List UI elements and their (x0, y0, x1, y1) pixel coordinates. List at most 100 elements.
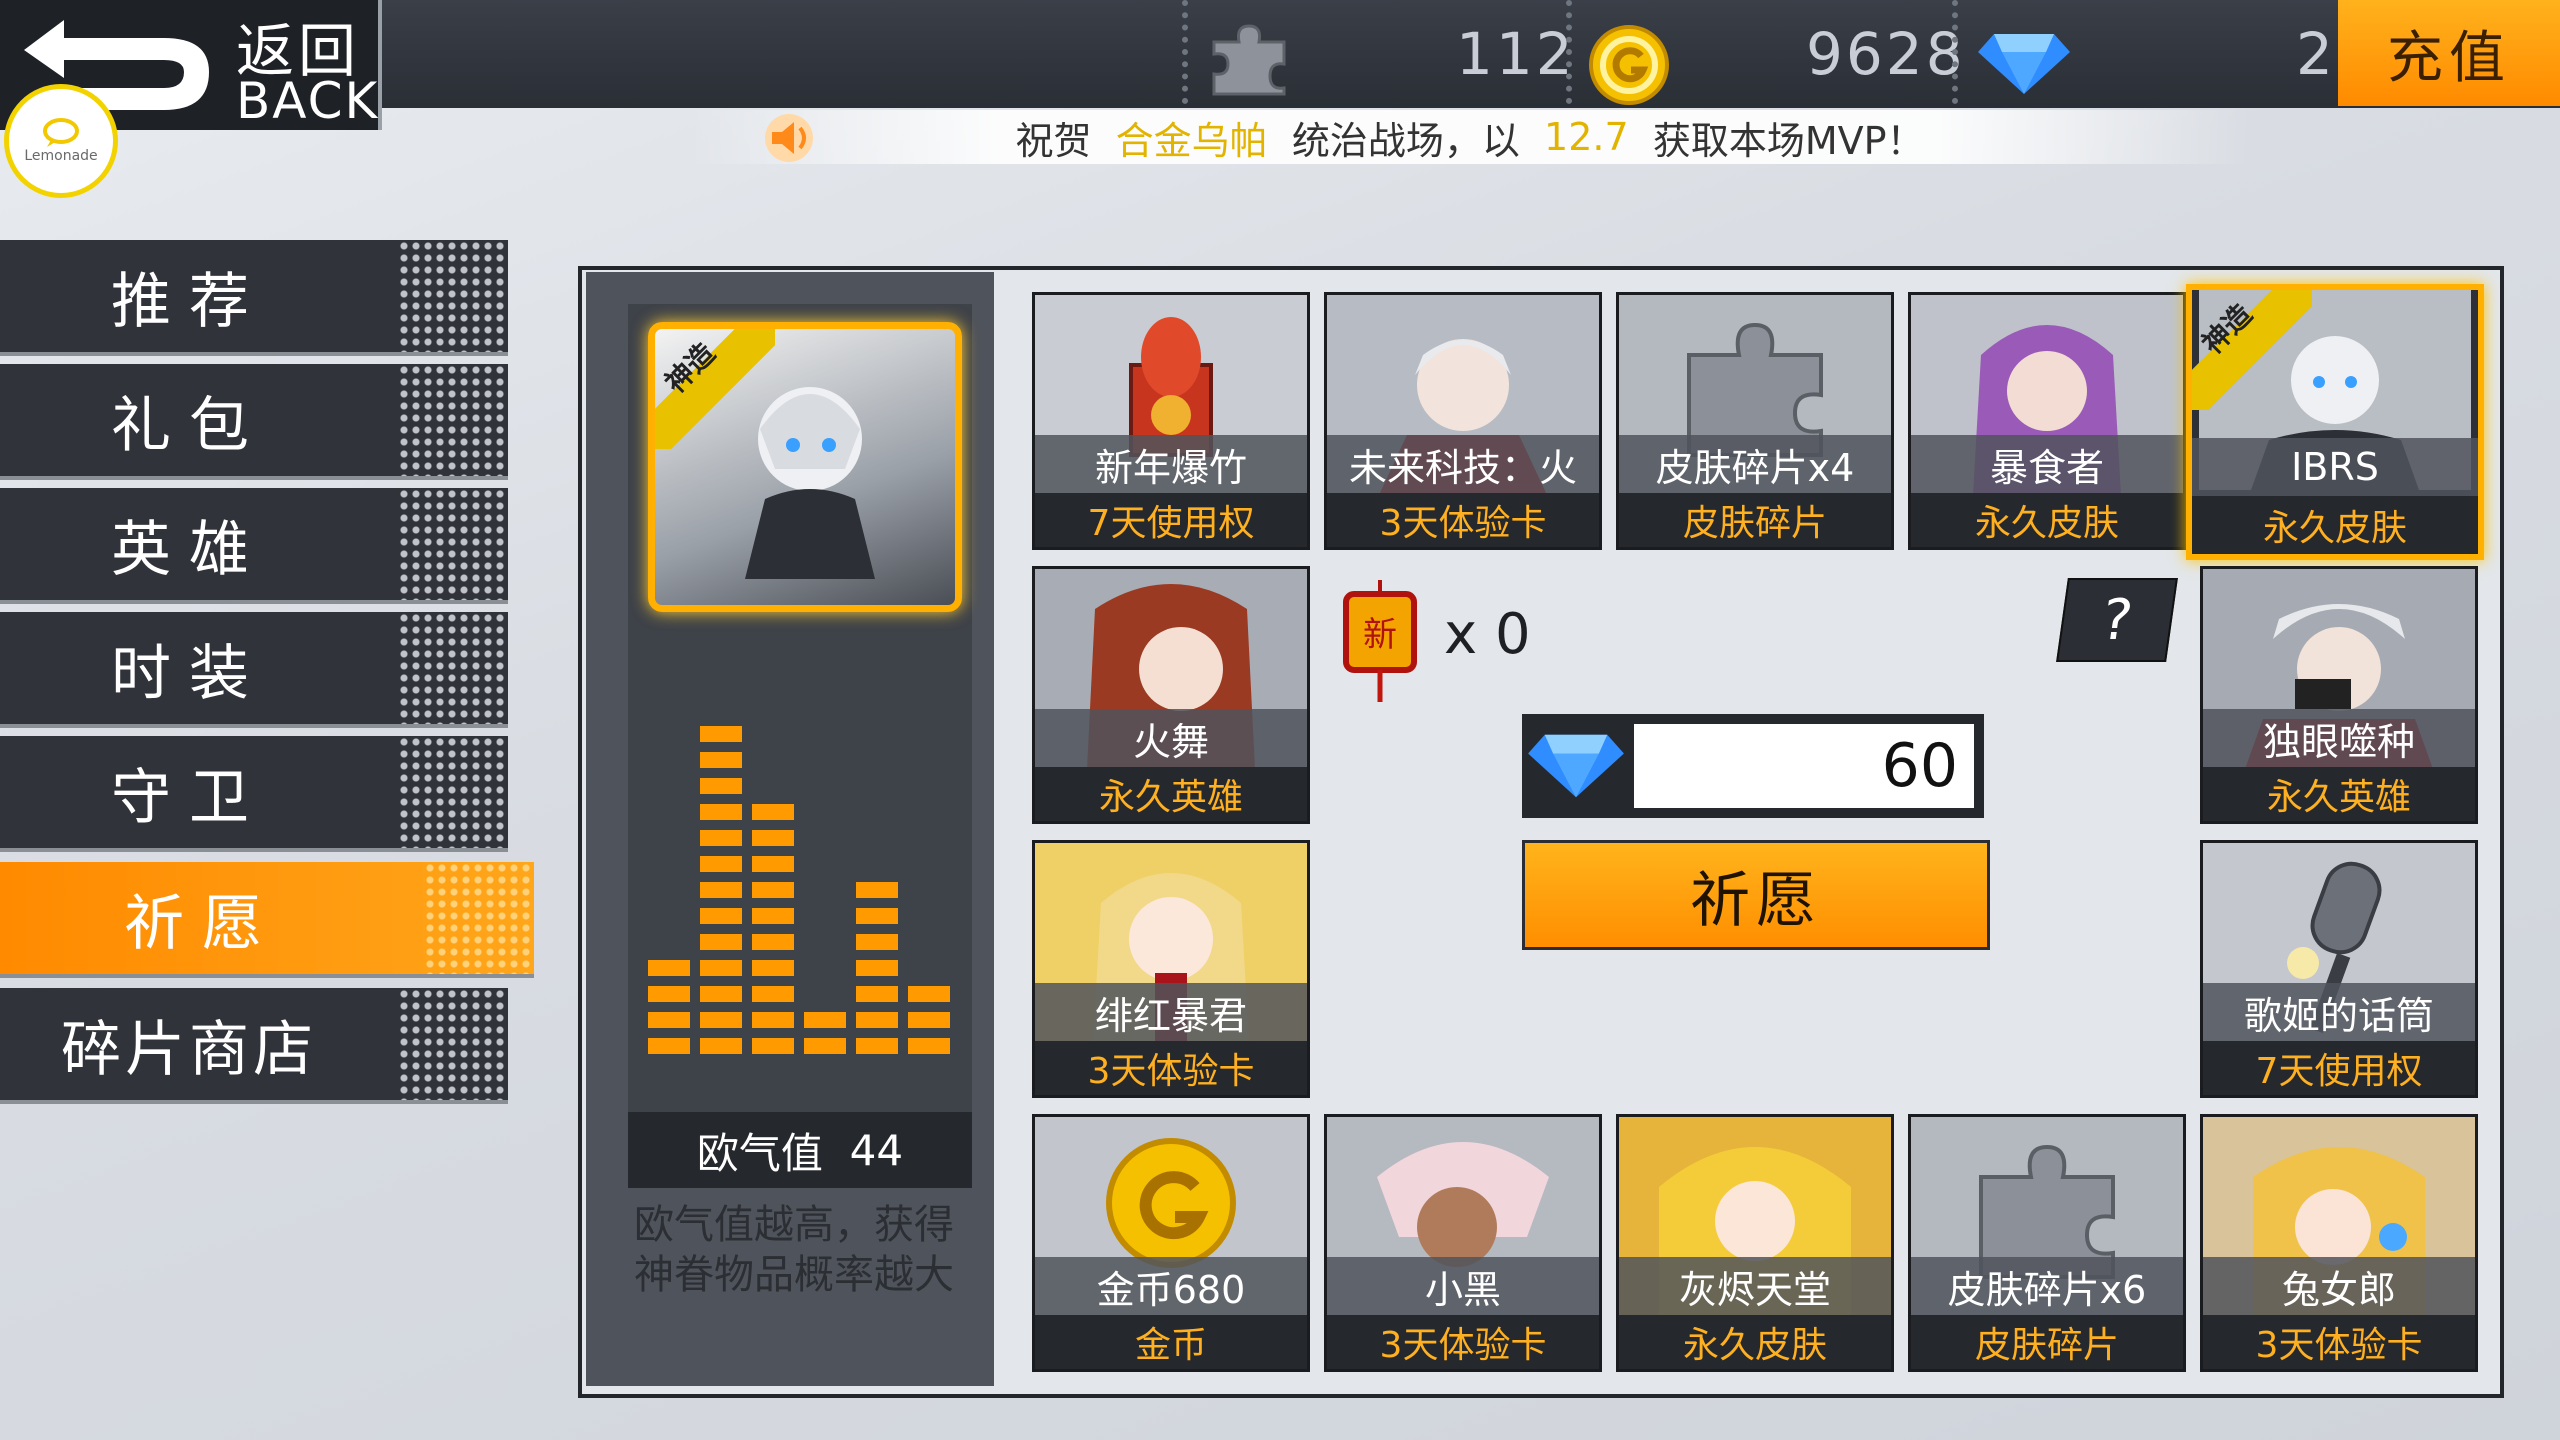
equalizer-segment (700, 960, 742, 976)
reward-name: 绯红暴君 (1035, 983, 1307, 1041)
equalizer-segment (752, 908, 794, 924)
reward-card[interactable]: 皮肤碎片x4 皮肤碎片 (1616, 292, 1894, 550)
equalizer-segment (700, 934, 742, 950)
reward-type: 3天体验卡 (1327, 1315, 1599, 1369)
sidebar-item-label: 时装 (111, 638, 267, 709)
svg-text:新: 新 (1363, 615, 1397, 655)
equalizer-segment (752, 1038, 794, 1054)
equalizer-segment (648, 1012, 690, 1028)
sidebar-item-guard[interactable]: 守卫 (0, 736, 508, 848)
equalizer-segment (700, 804, 742, 820)
reward-type: 金币 (1035, 1315, 1307, 1369)
reward-type: 3天体验卡 (1327, 493, 1599, 547)
reward-name: 暴食者 (1911, 435, 2183, 493)
reward-card[interactable]: 灰烬天堂 永久皮肤 (1616, 1114, 1894, 1372)
reward-card[interactable]: 歌姬的话筒 7天使用权 (2200, 840, 2478, 1098)
sidebar-item-label: 推荐 (111, 266, 267, 337)
equalizer-segment (752, 1012, 794, 1028)
reward-type: 永久英雄 (2203, 767, 2475, 821)
notice-prefix: 祝贺 (1015, 118, 1092, 163)
equalizer-segment (856, 986, 898, 1002)
sidebar-item-fashion[interactable]: 时装 (0, 612, 508, 724)
reward-card[interactable]: 皮肤碎片x6 皮肤碎片 (1908, 1114, 2186, 1372)
notice-middle: 统治战场，以 (1291, 118, 1520, 163)
equalizer-segment (856, 1038, 898, 1054)
recharge-button[interactable]: 充值 (2338, 0, 2560, 106)
reward-card[interactable]: 暴食者 永久皮肤 (1908, 292, 2186, 550)
featured-reward[interactable]: 神造 (648, 322, 962, 612)
reward-card[interactable]: 火舞 永久英雄 (1032, 566, 1310, 824)
reward-name: 新年爆竹 (1035, 435, 1307, 493)
luck-value-bar: 欧气值 44 (628, 1112, 972, 1188)
fragment-count: 112 (1456, 20, 1576, 88)
reward-card[interactable]: 兔女郎 3天体验卡 (2200, 1114, 2478, 1372)
reward-type: 永久皮肤 (1911, 493, 2183, 547)
reward-type: 7天使用权 (1035, 493, 1307, 547)
equalizer-segment (700, 986, 742, 1002)
equalizer-segment (856, 934, 898, 950)
puzzle-fragment-icon (1212, 24, 1286, 96)
reward-name: IBRS (2192, 438, 2478, 496)
reward-card[interactable]: 金币680 金币 (1032, 1114, 1310, 1372)
reward-type: 永久皮肤 (2192, 496, 2478, 554)
sidebar-item-label: 礼包 (111, 390, 267, 461)
sidebar-item-label: 守卫 (111, 762, 267, 833)
equalizer-segment (700, 856, 742, 872)
sidebar-item-recommend[interactable]: 推荐 (0, 240, 508, 352)
equalizer-segment (700, 882, 742, 898)
sidebar-item-gift-pack[interactable]: 礼包 (0, 364, 508, 476)
reward-type: 3天体验卡 (1035, 1041, 1307, 1095)
luck-description: 欧气值越高，获得 神眷物品概率越大 (604, 1200, 984, 1300)
equalizer-segment (648, 986, 690, 1002)
back-label-en: BACK (236, 72, 380, 130)
reward-card-featured[interactable]: 神造 IBRS 永久皮肤 (2186, 284, 2484, 560)
diamond-icon (1528, 734, 1624, 798)
character-portrait-icon (745, 387, 875, 579)
gold-count: 9628 (1806, 20, 1966, 88)
equalizer-segment (752, 882, 794, 898)
help-button[interactable]: ? (2056, 578, 2178, 662)
equalizer-segment (856, 960, 898, 976)
luck-description-line2: 神眷物品概率越大 (634, 1252, 954, 1298)
luck-value: 44 (849, 1125, 904, 1175)
reward-card[interactable]: 绯红暴君 3天体验卡 (1032, 840, 1310, 1098)
luck-description-line1: 欧气值越高，获得 (634, 1202, 954, 1248)
gold-coin-icon (1589, 25, 1669, 105)
equalizer-segment (752, 986, 794, 1002)
equalizer-segment (856, 908, 898, 924)
sidebar-item-heroes[interactable]: 英雄 (0, 488, 508, 600)
notice-suffix: 获取本场MVP！ (1652, 118, 1925, 163)
equalizer-segment (700, 752, 742, 768)
equalizer-segment (752, 960, 794, 976)
equalizer-segment (908, 1038, 950, 1054)
chat-bubble-icon (43, 118, 79, 147)
reward-card[interactable]: 独眼噬种 永久英雄 (2200, 566, 2478, 824)
reward-name: 独眼噬种 (2203, 709, 2475, 767)
equalizer-segment (648, 960, 690, 976)
sidebar-item-label: 英雄 (111, 514, 267, 585)
equalizer-segment (752, 934, 794, 950)
notice-player: 合金乌帕 (1115, 118, 1268, 163)
equalizer-segment (804, 1038, 846, 1054)
equalizer-segment (804, 1012, 846, 1028)
reward-card[interactable]: 小黑 3天体验卡 (1324, 1114, 1602, 1372)
separator (1182, 0, 1192, 104)
equalizer-segment (700, 908, 742, 924)
reward-type: 3天体验卡 (2203, 1315, 2475, 1369)
reward-card[interactable]: 未来科技：火 3天体验卡 (1324, 292, 1602, 550)
reward-type: 永久皮肤 (1619, 1315, 1891, 1369)
sidebar-item-fragment-shop[interactable]: 碎片商店 (0, 988, 508, 1100)
reward-name: 灰烬天堂 (1619, 1257, 1891, 1315)
reward-name: 皮肤碎片x4 (1619, 435, 1891, 493)
wish-button[interactable]: 祈愿 (1522, 840, 1990, 950)
equalizer-segment (700, 778, 742, 794)
speaker-icon (765, 114, 813, 162)
sidebar-item-wish[interactable]: 祈愿 (0, 862, 534, 974)
reward-card[interactable]: 新年爆竹 7天使用权 (1032, 292, 1310, 550)
badge-text: 神造 (2195, 297, 2259, 361)
equalizer-segment (752, 830, 794, 846)
wish-cost: 60 (1634, 724, 1974, 808)
reward-type: 皮肤碎片 (1911, 1315, 2183, 1369)
equalizer-segment (856, 882, 898, 898)
reward-name: 歌姬的话筒 (2203, 983, 2475, 1041)
